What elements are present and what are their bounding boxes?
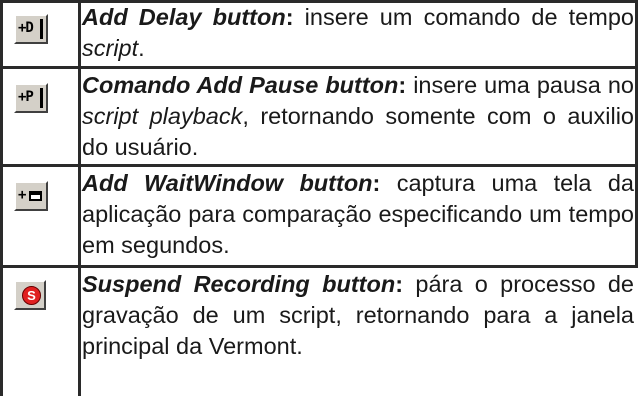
suspend-recording-title: Suspend Recording button [82, 271, 396, 297]
icon-cell: +P [0, 69, 78, 164]
add-pause-icon-bar [40, 88, 43, 108]
button-reference-table: +D Add Delay button: insere um comando d… [0, 0, 638, 396]
add-waitwindow-icon: + [14, 181, 48, 211]
add-pause-italic: script playback [82, 103, 243, 129]
add-delay-description: Add Delay button: insere um comando de t… [82, 2, 634, 64]
icon-cell: +D [0, 3, 78, 66]
add-delay-title: Add Delay button [82, 4, 286, 30]
add-pause-description: Comando Add Pause button: insere uma pau… [82, 70, 634, 163]
icon-cell: + [0, 167, 78, 265]
title-colon: : [395, 271, 404, 297]
add-delay-icon-bar [40, 19, 43, 39]
add-pause-icon: +P [14, 83, 48, 113]
add-waitwindow-description: Add WaitWindow button: captura uma tela … [82, 168, 634, 261]
add-waitwindow-icon-label: + [18, 187, 27, 203]
stop-record-icon: S [22, 286, 41, 305]
add-pause-text: insere uma pausa no [406, 72, 634, 98]
add-delay-text: insere um comando de tempo [293, 4, 634, 30]
suspend-recording-description: Suspend Recording button: pára o process… [82, 269, 634, 362]
suspend-recording-icon: S [14, 280, 46, 310]
add-delay-icon: +D [14, 14, 48, 44]
row-divider [0, 164, 638, 167]
title-colon: : [285, 4, 294, 30]
row-divider [0, 66, 638, 69]
add-pause-icon-label: +P [18, 89, 34, 105]
column-divider [78, 0, 81, 396]
add-delay-icon-label: +D [18, 20, 34, 36]
add-delay-text-end: . [138, 35, 145, 61]
icon-cell: S [0, 268, 78, 396]
column-divider [635, 0, 638, 265]
row-divider [0, 265, 638, 268]
window-icon [29, 191, 42, 201]
add-pause-title: Comando Add Pause button [82, 72, 399, 98]
add-waitwindow-title: Add WaitWindow button [82, 170, 373, 196]
add-delay-italic: script [82, 35, 139, 61]
